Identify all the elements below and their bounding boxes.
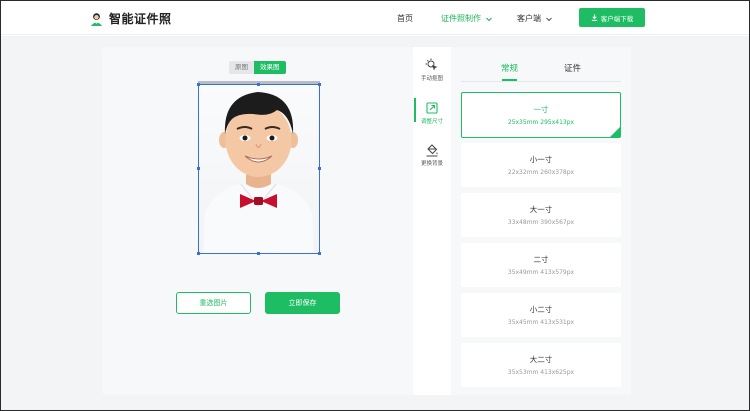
tool-adjust-size-label: 调整尺寸 xyxy=(420,119,443,125)
resize-icon xyxy=(426,102,438,114)
size-dimensions: 22x32mm 260x378px xyxy=(507,169,575,176)
size-card-large-2-inch[interactable]: 大二寸 35x53mm 413x625px xyxy=(461,343,621,387)
crop-handle-left[interactable] xyxy=(197,167,200,170)
toggle-original[interactable]: 原图 xyxy=(229,61,254,74)
crop-handle-bottom-right[interactable] xyxy=(318,252,321,255)
save-now-button[interactable]: 立即保存 xyxy=(265,292,340,314)
view-toggle: 原图 效果图 xyxy=(229,61,286,74)
nav-home-label: 首页 xyxy=(397,14,413,23)
crop-handle-bottom[interactable] xyxy=(257,252,260,255)
tool-change-background[interactable]: 更换背景 xyxy=(413,143,451,167)
paint-bucket-icon xyxy=(426,144,438,157)
nav-client-label: 客户端 xyxy=(517,14,541,23)
size-card-large-1-inch[interactable]: 大一寸 33x48mm 390x567px xyxy=(461,193,621,237)
crop-handle-top-right[interactable] xyxy=(318,83,321,86)
logo[interactable]: 智能证件照 xyxy=(89,10,172,27)
top-header: 智能证件照 首页 证件照制作 客户端 客户端下载 xyxy=(1,1,749,35)
tool-column xyxy=(413,47,451,395)
size-card-small-2-inch[interactable]: 小二寸 35x45mm 413x531px xyxy=(461,293,621,337)
tab-certificate[interactable]: 证件 xyxy=(564,62,581,74)
nav-id-photo-label: 证件照制作 xyxy=(441,14,481,23)
chevron-down-icon xyxy=(486,17,492,21)
crop-frame[interactable] xyxy=(198,84,320,254)
size-dimensions: 33x48mm 390x567px xyxy=(507,219,575,226)
nav-home[interactable]: 首页 xyxy=(397,13,413,24)
size-dimensions: 35x45mm 413x531px xyxy=(507,319,575,326)
save-label: 立即保存 xyxy=(288,299,317,307)
size-name: 小二寸 xyxy=(529,305,553,314)
size-name: 小一寸 xyxy=(529,155,553,164)
logo-text: 智能证件照 xyxy=(109,12,172,26)
size-dimensions: 25x35mm 295x413px xyxy=(507,119,575,126)
tab-regular[interactable]: 常规 xyxy=(501,62,518,74)
tool-adjust-size[interactable]: 调整尺寸 xyxy=(413,101,451,125)
download-icon xyxy=(591,14,597,21)
selected-check-icon xyxy=(610,127,620,137)
size-name: 二寸 xyxy=(533,255,549,264)
size-card-2-inch[interactable]: 二寸 35x49mm 413x579px xyxy=(461,243,621,287)
tab-divider xyxy=(461,81,621,82)
size-name: 大二寸 xyxy=(529,355,553,364)
toggle-effect[interactable]: 效果图 xyxy=(254,61,286,74)
tool-manual-cutout[interactable]: 手动抠图 xyxy=(413,58,451,82)
size-card-1-inch[interactable]: 一寸 25x35mm 295x413px xyxy=(461,92,621,138)
nav-client[interactable]: 客户端 xyxy=(517,13,553,24)
logo-icon xyxy=(89,10,104,27)
cursor-click-icon xyxy=(425,58,438,71)
size-dimensions: 35x53mm 413x625px xyxy=(507,369,575,376)
reselect-label: 重选图片 xyxy=(199,299,228,307)
chevron-down-icon xyxy=(546,17,552,21)
crop-handle-right[interactable] xyxy=(318,167,321,170)
size-name: 大一寸 xyxy=(529,205,553,214)
nav-id-photo-maker[interactable]: 证件照制作 xyxy=(441,13,493,24)
client-download-button[interactable]: 客户端下载 xyxy=(579,8,645,27)
size-card-small-1-inch[interactable]: 小一寸 22x32mm 260x378px xyxy=(461,143,621,187)
tool-manual-cutout-label: 手动抠图 xyxy=(420,76,443,82)
crop-handle-top[interactable] xyxy=(257,83,260,86)
tool-change-background-label: 更换背景 xyxy=(420,161,443,167)
size-dimensions: 35x49mm 413x579px xyxy=(507,269,575,276)
size-name: 一寸 xyxy=(533,105,549,114)
download-label: 客户端下载 xyxy=(600,14,634,23)
crop-handle-top-left[interactable] xyxy=(197,83,200,86)
reselect-image-button[interactable]: 重选图片 xyxy=(176,292,251,314)
crop-handle-bottom-left[interactable] xyxy=(197,252,200,255)
